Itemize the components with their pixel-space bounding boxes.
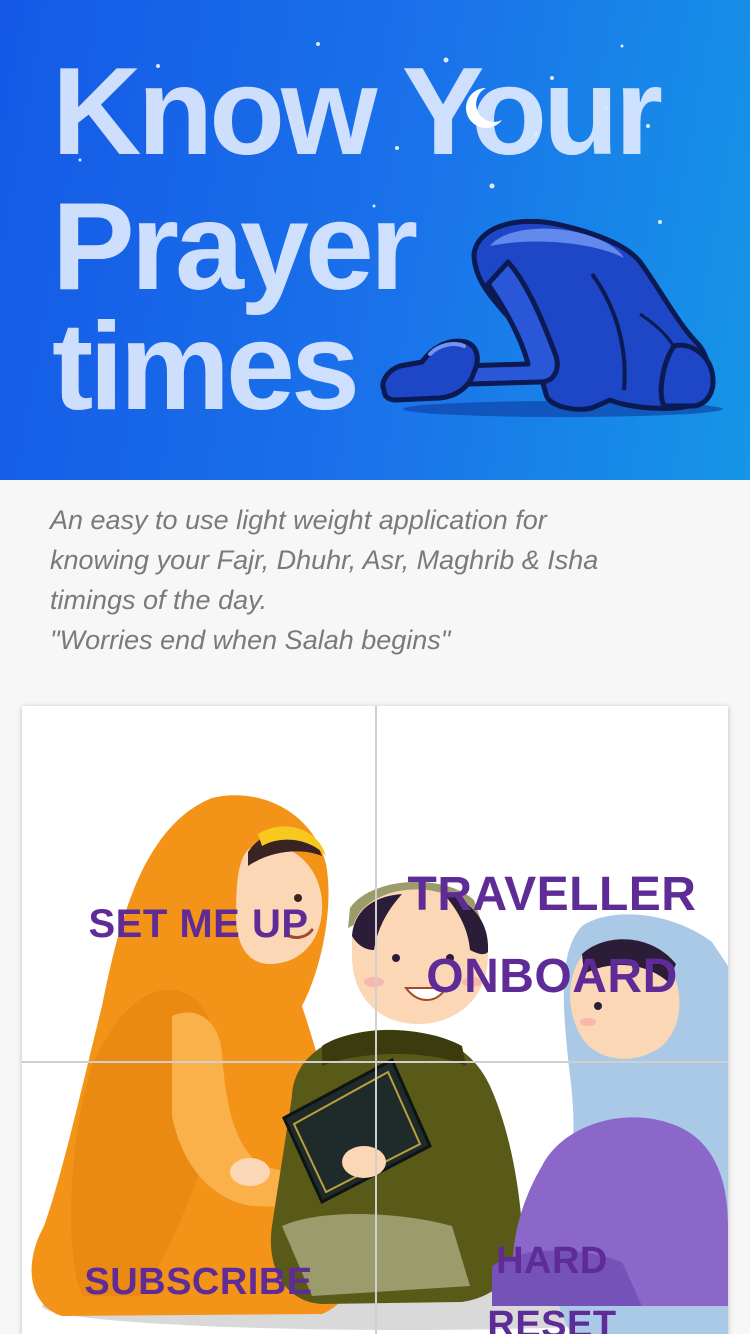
description-line-1: An easy to use light weight application …: [50, 505, 547, 535]
home-screen: Know Your Prayer times An easy to use li…: [0, 0, 750, 1334]
set-me-up-label: SET ME UP: [88, 902, 309, 946]
header-banner: Know Your Prayer times: [0, 0, 750, 480]
traveller-label-line-1: TRAVELLER: [407, 868, 697, 921]
subscribe-label: SUBSCRIBE: [84, 1261, 313, 1303]
app-title-line-3: times: [52, 298, 360, 436]
description-line-3: timings of the day.: [50, 585, 268, 615]
hard-reset-label-line-1: HARD: [496, 1240, 608, 1282]
hard-reset-button[interactable]: HARD RESET: [376, 1063, 728, 1334]
menu-tile-grid: SET ME UP TRAVELLER ONBOARD SUBSCRIBE HA…: [22, 706, 728, 1334]
traveller-onboard-label: TRAVELLER ONBOARD: [376, 854, 728, 1018]
moon-icon: [466, 88, 502, 128]
subscribe-button[interactable]: SUBSCRIBE: [22, 1063, 375, 1334]
traveller-onboard-button[interactable]: TRAVELLER ONBOARD: [376, 706, 728, 1062]
set-me-up-button[interactable]: SET ME UP: [22, 706, 375, 1062]
praying-figure-icon: [380, 218, 723, 417]
traveller-label-line-2: ONBOARD: [426, 950, 678, 1003]
hard-reset-label-line-2: RESET: [487, 1304, 617, 1334]
description-quote: "Worries end when Salah begins": [50, 625, 451, 655]
app-description: An easy to use light weight application …: [50, 500, 710, 660]
description-line-2: knowing your Fajr, Dhuhr, Asr, Maghrib &…: [50, 545, 599, 575]
hard-reset-label: HARD RESET: [376, 1229, 728, 1334]
app-title-line-2: Prayer: [52, 178, 418, 316]
app-title-line-1: Know Your: [52, 43, 663, 181]
